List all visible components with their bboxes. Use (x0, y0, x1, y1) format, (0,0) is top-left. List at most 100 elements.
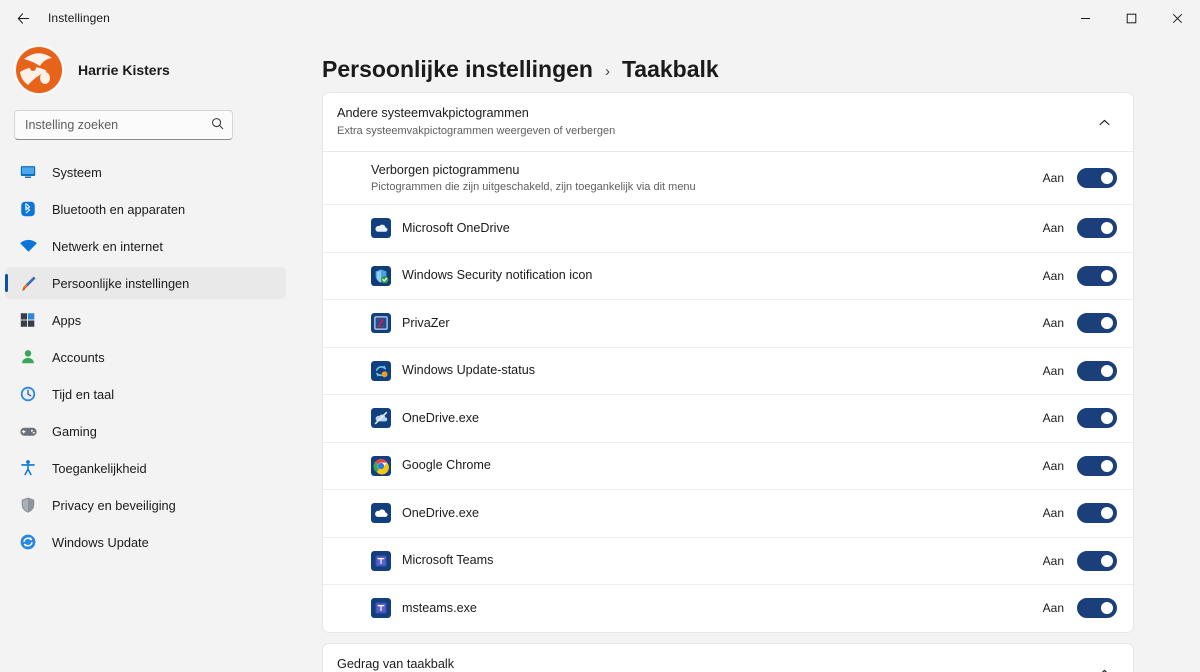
user-avatar-icon (15, 46, 63, 94)
sidebar-item-bluetooth-en-apparaten[interactable]: Bluetooth en apparaten (5, 193, 286, 225)
teams-icon (371, 550, 391, 571)
paintbrush-icon (18, 273, 38, 293)
back-button[interactable] (6, 3, 40, 33)
shield-icon (18, 495, 38, 515)
toggle-knob (1101, 554, 1113, 567)
section-rows: Verborgen pictogrammenu Pictogrammen die… (323, 151, 1133, 632)
toggle-state-label: Aan (1042, 171, 1064, 185)
search-icon (211, 117, 224, 133)
toggle-switch[interactable] (1077, 168, 1117, 188)
toggle-knob (1101, 269, 1113, 282)
onedrive-icon (371, 218, 391, 239)
table-row[interactable]: Microsoft OneDrive Aan (323, 204, 1133, 252)
sidebar: Harrie Kisters Systeem Bluetooth en appa… (0, 36, 300, 672)
title-bar: Instellingen (0, 0, 1200, 36)
page-title: Taakbalk (621, 55, 719, 82)
monitor-icon (18, 162, 38, 182)
sidebar-item-label: Systeem (52, 164, 102, 180)
sidebar-item-tijd-en-taal[interactable]: Tijd en taal (5, 378, 286, 410)
main-content: Persoonlijke instellingen › Taakbalk And… (300, 36, 1200, 672)
row-label: Windows Security notification icon (402, 268, 593, 283)
apps-icon (18, 310, 38, 330)
profile-name: Harrie Kisters (78, 62, 170, 78)
update-icon (18, 532, 38, 552)
section-card-gedrag-van-taakbalk: Gedrag van taakbalk Taakbalkuitlijning, … (322, 642, 1134, 672)
sidebar-item-persoonlijke-instellingen[interactable]: Persoonlijke instellingen (5, 267, 286, 299)
table-row[interactable]: Google Chrome Aan (323, 441, 1133, 490)
sidebar-item-privacy-en-beveiliging[interactable]: Privacy en beveiliging (5, 489, 286, 521)
chevron-up-icon[interactable] (1091, 109, 1117, 135)
sidebar-item-label: Gaming (52, 423, 97, 439)
table-row[interactable]: msteams.exe Aan (323, 584, 1133, 632)
toggle-switch[interactable] (1077, 360, 1117, 381)
chrome-icon (371, 455, 391, 476)
sidebar-nav: Systeem Bluetooth en apparaten Netwerk e… (0, 156, 300, 558)
row-label: msteams.exe (402, 600, 477, 615)
breadcrumb-parent[interactable]: Persoonlijke instellingen (322, 56, 593, 83)
row-label: Verborgen pictogrammenu (371, 162, 520, 177)
toggle-switch[interactable] (1077, 550, 1117, 571)
table-row[interactable]: Windows Security notification icon Aan (323, 251, 1133, 300)
section-card-andere-systeemvakpictogrammen: Andere systeemvakpictogrammen Extra syst… (322, 92, 1134, 633)
bluetooth-icon (18, 199, 38, 219)
close-button[interactable] (1154, 0, 1200, 36)
toggle-switch[interactable] (1077, 408, 1117, 429)
toggle-switch[interactable] (1077, 313, 1117, 334)
toggle-switch[interactable] (1077, 265, 1117, 286)
account-icon (18, 347, 38, 367)
toggle-knob (1101, 364, 1113, 377)
toggle-knob (1101, 317, 1113, 330)
svg-text:Z: Z (377, 318, 385, 330)
breadcrumb: Persoonlijke instellingen › Taakbalk (300, 36, 1200, 88)
sidebar-item-label: Windows Update (52, 534, 149, 550)
toggle-switch[interactable] (1077, 598, 1117, 619)
toggle-state-label: Aan (1042, 316, 1064, 331)
sidebar-item-netwerk-en-internet[interactable]: Netwerk en internet (5, 230, 286, 262)
toggle-state-label: Aan (1042, 458, 1064, 473)
row-label: OneDrive.exe (402, 505, 479, 520)
row-label: OneDrive.exe (402, 410, 479, 425)
section-title: Gedrag van taakbalk (337, 656, 455, 671)
section-header[interactable]: Andere systeemvakpictogrammen Extra syst… (323, 93, 1133, 151)
chevron-up-icon[interactable] (1091, 660, 1117, 672)
sidebar-item-label: Tijd en taal (52, 386, 115, 402)
row-sublabel: Pictogrammen die zijn uitgeschakeld, zij… (371, 180, 696, 193)
table-row[interactable]: OneDrive.exe Aan (323, 489, 1133, 537)
sidebar-item-accounts[interactable]: Accounts (5, 341, 286, 373)
toggle-switch[interactable] (1077, 503, 1117, 524)
user-profile[interactable]: Harrie Kisters (0, 36, 300, 96)
table-row[interactable]: Microsoft Teams Aan (323, 536, 1133, 585)
search-input[interactable] (25, 118, 207, 132)
sidebar-item-toegankelijkheid[interactable]: Toegankelijkheid (5, 452, 286, 484)
sidebar-item-label: Bluetooth en apparaten (52, 201, 186, 217)
minimize-button[interactable] (1062, 0, 1108, 36)
toggle-knob (1101, 602, 1113, 615)
toggle-switch[interactable] (1077, 218, 1117, 239)
clock-icon (18, 384, 38, 404)
arrow-left-icon (17, 12, 29, 24)
toggle-state-label: Aan (1042, 363, 1064, 378)
settings-content: Andere systeemvakpictogrammen Extra syst… (300, 88, 1200, 672)
table-row[interactable]: OneDrive.exe Aan (323, 394, 1133, 442)
sidebar-item-windows-update[interactable]: Windows Update (5, 526, 286, 558)
sidebar-item-systeem[interactable]: Systeem (5, 156, 286, 188)
sidebar-item-label: Accounts (52, 349, 105, 365)
sidebar-item-label: Persoonlijke instellingen (52, 275, 190, 291)
section-header[interactable]: Gedrag van taakbalk Taakbalkuitlijning, … (323, 644, 1133, 672)
maximize-button[interactable] (1108, 0, 1154, 36)
sidebar-item-apps[interactable]: Apps (5, 304, 286, 336)
sidebar-item-label: Toegankelijkheid (52, 460, 147, 476)
sidebar-item-gaming[interactable]: Gaming (5, 415, 286, 447)
toggle-state-label: Aan (1042, 221, 1064, 236)
privazer-icon: Z (371, 313, 391, 334)
toggle-knob (1101, 507, 1113, 520)
table-row[interactable]: Verborgen pictogrammenu Pictogrammen die… (323, 151, 1133, 204)
toggle-switch[interactable] (1077, 455, 1117, 476)
table-row[interactable]: Windows Update-status Aan (323, 346, 1133, 395)
row-label: Microsoft Teams (402, 553, 494, 568)
search-box[interactable] (14, 110, 233, 140)
maximize-icon (1126, 13, 1136, 23)
table-row[interactable]: Z PrivaZer Aan (323, 299, 1133, 347)
breadcrumb-separator: › (604, 62, 610, 80)
toggle-state-label: Aan (1042, 268, 1064, 283)
